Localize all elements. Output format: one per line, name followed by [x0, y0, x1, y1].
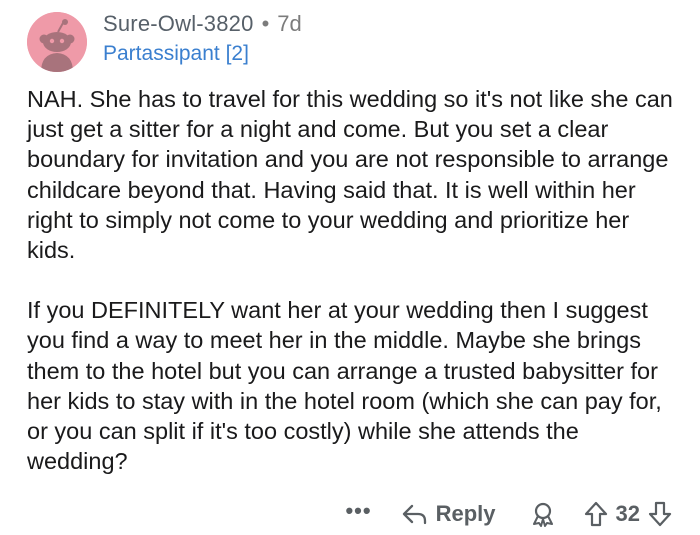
- comment-actions: ••• Reply 32: [345, 496, 672, 532]
- reply-label: Reply: [435, 501, 496, 526]
- upvote-arrow-icon[interactable]: [584, 501, 608, 527]
- comment-header: Sure-Owl-3820 • 7d Partassipant [2]: [103, 10, 680, 68]
- user-flair: Partassipant [2]: [103, 42, 249, 65]
- comment-paragraph-2: If you DEFINITELY want her at your weddi…: [27, 297, 662, 475]
- award-icon[interactable]: [530, 501, 556, 527]
- avatar[interactable]: [27, 12, 87, 72]
- username[interactable]: Sure-Owl-3820: [103, 10, 254, 38]
- downvote-arrow-icon[interactable]: [648, 501, 672, 527]
- meta-separator: •: [261, 11, 270, 36]
- reply-button[interactable]: Reply: [402, 501, 496, 527]
- comment-body: NAH. She has to travel for this wedding …: [27, 84, 682, 476]
- snoo-avatar-icon: [27, 12, 87, 72]
- vote-controls: 32: [584, 501, 672, 527]
- meta-line: Sure-Owl-3820 • 7d: [103, 10, 680, 38]
- comment-paragraph-1: NAH. She has to travel for this wedding …: [27, 86, 673, 264]
- comment-age: 7d: [277, 11, 302, 36]
- vote-score: 32: [615, 501, 640, 526]
- comment: Sure-Owl-3820 • 7d Partassipant [2] NAH.…: [0, 0, 700, 535]
- reply-arrow-icon: [402, 503, 428, 525]
- more-options-button[interactable]: •••: [345, 500, 371, 522]
